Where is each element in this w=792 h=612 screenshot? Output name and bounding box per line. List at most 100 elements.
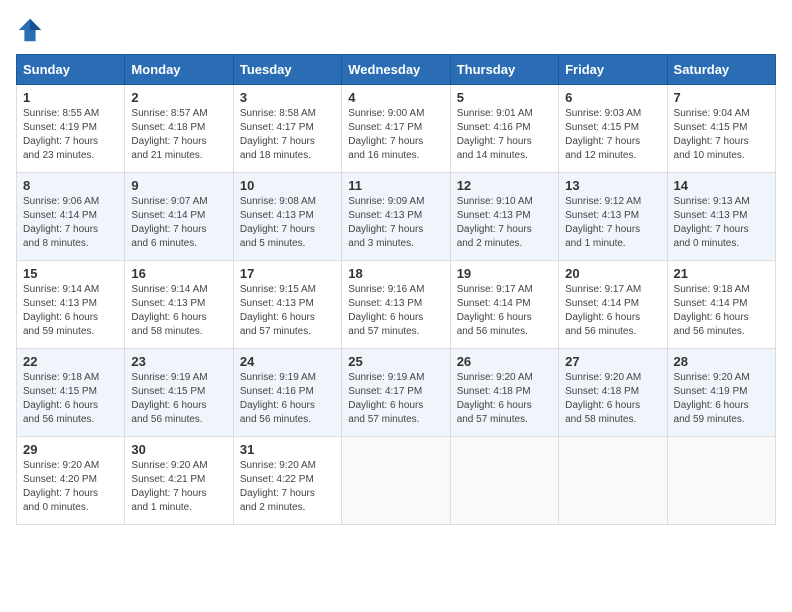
day-number: 29 (23, 442, 118, 457)
calendar-day-14: 14 Sunrise: 9:13 AMSunset: 4:13 PMDayligh… (667, 173, 775, 261)
day-info: Sunrise: 9:20 AMSunset: 4:22 PMDaylight:… (240, 460, 316, 513)
calendar-header-row: SundayMondayTuesdayWednesdayThursdayFrid… (17, 55, 776, 85)
day-number: 5 (457, 90, 552, 105)
day-number: 25 (348, 354, 443, 369)
logo (16, 16, 48, 44)
day-number: 12 (457, 178, 552, 193)
day-info: Sunrise: 9:00 AMSunset: 4:17 PMDaylight:… (348, 108, 424, 161)
page-header (16, 16, 776, 44)
empty-cell (559, 437, 667, 525)
calendar-day-18: 18 Sunrise: 9:16 AMSunset: 4:13 PMDayligh… (342, 261, 450, 349)
day-info: Sunrise: 9:12 AMSunset: 4:13 PMDaylight:… (565, 196, 641, 249)
calendar-day-21: 21 Sunrise: 9:18 AMSunset: 4:14 PMDayligh… (667, 261, 775, 349)
calendar-day-10: 10 Sunrise: 9:08 AMSunset: 4:13 PMDayligh… (233, 173, 341, 261)
calendar-day-24: 24Sunrise: 9:19 AMSunset: 4:16 PMDayligh… (233, 349, 341, 437)
day-info: Sunrise: 9:13 AMSunset: 4:13 PMDaylight:… (674, 196, 750, 249)
day-info: Sunrise: 9:10 AMSunset: 4:13 PMDaylight:… (457, 196, 533, 249)
day-number: 8 (23, 178, 118, 193)
col-header-wednesday: Wednesday (342, 55, 450, 85)
day-info: Sunrise: 9:18 AMSunset: 4:15 PMDaylight:… (23, 372, 99, 425)
day-number: 2 (131, 90, 226, 105)
calendar-day-3: 3 Sunrise: 8:58 AMSunset: 4:17 PMDaylight… (233, 85, 341, 173)
day-number: 22 (23, 354, 118, 369)
day-info: Sunrise: 9:14 AMSunset: 4:13 PMDaylight:… (23, 284, 99, 337)
calendar-day-7: 7Sunrise: 9:04 AMSunset: 4:15 PMDaylight… (667, 85, 775, 173)
day-number: 3 (240, 90, 335, 105)
day-info: Sunrise: 9:19 AMSunset: 4:15 PMDaylight:… (131, 372, 207, 425)
day-info: Sunrise: 9:19 AMSunset: 4:16 PMDaylight:… (240, 372, 316, 425)
calendar-day-20: 20 Sunrise: 9:17 AMSunset: 4:14 PMDayligh… (559, 261, 667, 349)
calendar-day-15: 15 Sunrise: 9:14 AMSunset: 4:13 PMDayligh… (17, 261, 125, 349)
day-number: 19 (457, 266, 552, 281)
day-info: Sunrise: 9:16 AMSunset: 4:13 PMDaylight:… (348, 284, 424, 337)
day-info: Sunrise: 9:18 AMSunset: 4:14 PMDaylight:… (674, 284, 750, 337)
calendar-day-8: 8 Sunrise: 9:06 AMSunset: 4:14 PMDaylight… (17, 173, 125, 261)
col-header-thursday: Thursday (450, 55, 558, 85)
calendar-week-4: 22 Sunrise: 9:18 AMSunset: 4:15 PMDayligh… (17, 349, 776, 437)
day-info: Sunrise: 9:17 AMSunset: 4:14 PMDaylight:… (565, 284, 641, 337)
calendar-day-2: 2 Sunrise: 8:57 AMSunset: 4:18 PMDaylight… (125, 85, 233, 173)
calendar-day-31: 31 Sunrise: 9:20 AMSunset: 4:22 PMDayligh… (233, 437, 341, 525)
day-number: 10 (240, 178, 335, 193)
day-number: 16 (131, 266, 226, 281)
calendar-day-30: 30Sunrise: 9:20 AMSunset: 4:21 PMDayligh… (125, 437, 233, 525)
day-info: Sunrise: 8:57 AMSunset: 4:18 PMDaylight:… (131, 108, 207, 161)
day-info: Sunrise: 9:20 AMSunset: 4:18 PMDaylight:… (457, 372, 533, 425)
logo-icon (16, 16, 44, 44)
col-header-tuesday: Tuesday (233, 55, 341, 85)
calendar-day-28: 28 Sunrise: 9:20 AMSunset: 4:19 PMDayligh… (667, 349, 775, 437)
day-info: Sunrise: 8:55 AMSunset: 4:19 PMDaylight:… (23, 108, 99, 161)
col-header-monday: Monday (125, 55, 233, 85)
col-header-friday: Friday (559, 55, 667, 85)
day-number: 15 (23, 266, 118, 281)
calendar-day-26: 26 Sunrise: 9:20 AMSunset: 4:18 PMDayligh… (450, 349, 558, 437)
empty-cell (450, 437, 558, 525)
day-number: 14 (674, 178, 769, 193)
calendar-week-1: 1Sunrise: 8:55 AMSunset: 4:19 PMDaylight… (17, 85, 776, 173)
calendar-day-4: 4 Sunrise: 9:00 AMSunset: 4:17 PMDaylight… (342, 85, 450, 173)
day-number: 27 (565, 354, 660, 369)
day-info: Sunrise: 9:20 AMSunset: 4:20 PMDaylight:… (23, 460, 99, 513)
calendar-week-5: 29 Sunrise: 9:20 AMSunset: 4:20 PMDayligh… (17, 437, 776, 525)
day-info: Sunrise: 8:58 AMSunset: 4:17 PMDaylight:… (240, 108, 316, 161)
day-number: 18 (348, 266, 443, 281)
day-number: 17 (240, 266, 335, 281)
day-number: 28 (674, 354, 769, 369)
day-number: 11 (348, 178, 443, 193)
calendar-day-5: 5 Sunrise: 9:01 AMSunset: 4:16 PMDaylight… (450, 85, 558, 173)
day-info: Sunrise: 9:20 AMSunset: 4:18 PMDaylight:… (565, 372, 641, 425)
day-number: 26 (457, 354, 552, 369)
day-number: 7 (674, 90, 769, 105)
calendar-day-29: 29 Sunrise: 9:20 AMSunset: 4:20 PMDayligh… (17, 437, 125, 525)
calendar-day-22: 22 Sunrise: 9:18 AMSunset: 4:15 PMDayligh… (17, 349, 125, 437)
col-header-saturday: Saturday (667, 55, 775, 85)
day-info: Sunrise: 9:20 AMSunset: 4:19 PMDaylight:… (674, 372, 750, 425)
day-number: 6 (565, 90, 660, 105)
day-info: Sunrise: 9:03 AMSunset: 4:15 PMDaylight:… (565, 108, 641, 161)
calendar-day-25: 25 Sunrise: 9:19 AMSunset: 4:17 PMDayligh… (342, 349, 450, 437)
day-info: Sunrise: 9:19 AMSunset: 4:17 PMDaylight:… (348, 372, 424, 425)
col-header-sunday: Sunday (17, 55, 125, 85)
day-info: Sunrise: 9:09 AMSunset: 4:13 PMDaylight:… (348, 196, 424, 249)
calendar-day-1: 1Sunrise: 8:55 AMSunset: 4:19 PMDaylight… (17, 85, 125, 173)
day-info: Sunrise: 9:20 AMSunset: 4:21 PMDaylight:… (131, 460, 207, 513)
day-info: Sunrise: 9:07 AMSunset: 4:14 PMDaylight:… (131, 196, 207, 249)
day-info: Sunrise: 9:01 AMSunset: 4:16 PMDaylight:… (457, 108, 533, 161)
day-number: 31 (240, 442, 335, 457)
calendar-day-11: 11 Sunrise: 9:09 AMSunset: 4:13 PMDayligh… (342, 173, 450, 261)
day-info: Sunrise: 9:17 AMSunset: 4:14 PMDaylight:… (457, 284, 533, 337)
day-number: 20 (565, 266, 660, 281)
day-info: Sunrise: 9:15 AMSunset: 4:13 PMDaylight:… (240, 284, 316, 337)
day-info: Sunrise: 9:08 AMSunset: 4:13 PMDaylight:… (240, 196, 316, 249)
day-info: Sunrise: 9:06 AMSunset: 4:14 PMDaylight:… (23, 196, 99, 249)
calendar-day-13: 13Sunrise: 9:12 AMSunset: 4:13 PMDayligh… (559, 173, 667, 261)
day-number: 4 (348, 90, 443, 105)
calendar-day-19: 19 Sunrise: 9:17 AMSunset: 4:14 PMDayligh… (450, 261, 558, 349)
calendar-day-9: 9Sunrise: 9:07 AMSunset: 4:14 PMDaylight… (125, 173, 233, 261)
calendar-day-23: 23 Sunrise: 9:19 AMSunset: 4:15 PMDayligh… (125, 349, 233, 437)
day-number: 21 (674, 266, 769, 281)
day-number: 23 (131, 354, 226, 369)
empty-cell (667, 437, 775, 525)
calendar-day-12: 12 Sunrise: 9:10 AMSunset: 4:13 PMDayligh… (450, 173, 558, 261)
calendar-table: SundayMondayTuesdayWednesdayThursdayFrid… (16, 54, 776, 525)
